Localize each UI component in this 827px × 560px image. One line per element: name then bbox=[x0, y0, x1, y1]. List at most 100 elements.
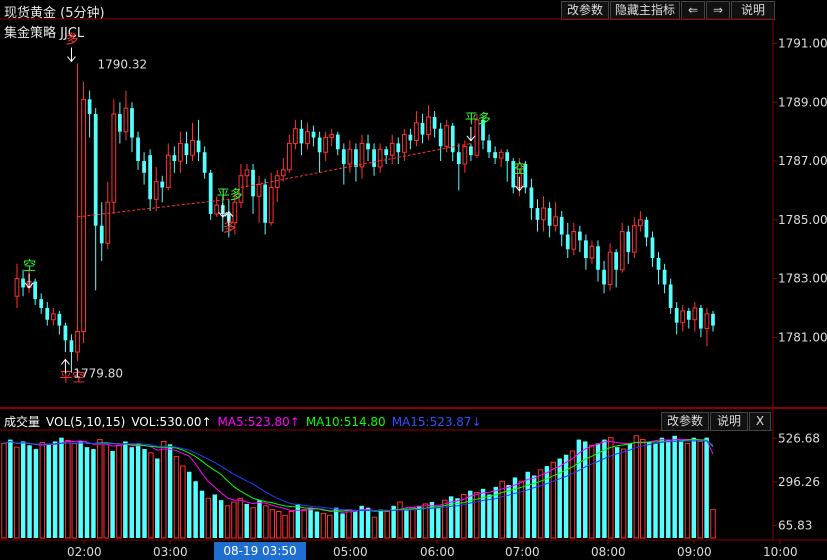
candle-body bbox=[396, 143, 401, 153]
volume-bar bbox=[404, 509, 409, 538]
candle-body bbox=[93, 114, 98, 226]
volume-bar bbox=[295, 503, 301, 538]
signal-label: 多 bbox=[223, 220, 236, 236]
volume-tick-label: 296.26 bbox=[778, 475, 820, 489]
candle-body bbox=[487, 140, 491, 153]
volume-bar bbox=[416, 505, 422, 538]
volume-bar bbox=[269, 509, 276, 539]
volume-bar bbox=[135, 443, 141, 538]
candle-body bbox=[456, 152, 461, 164]
candle-body bbox=[469, 146, 473, 156]
candle-body bbox=[631, 225, 637, 253]
candle-body bbox=[329, 134, 335, 139]
volume-bar bbox=[167, 444, 173, 538]
candle-body bbox=[178, 142, 183, 162]
time-tick-label: 08:00 bbox=[591, 545, 626, 559]
signal-arrow bbox=[24, 273, 34, 289]
volume-bar bbox=[14, 446, 20, 539]
volume-bar bbox=[123, 441, 128, 538]
volume-bar bbox=[557, 458, 562, 538]
volume-bar bbox=[116, 444, 122, 539]
ma10-value: MA10:514.80 bbox=[305, 415, 386, 429]
price-tick-label: 1783.00 bbox=[778, 272, 827, 286]
volume-help-button[interactable]: 说明 bbox=[710, 412, 748, 431]
candle-body bbox=[153, 181, 159, 200]
volume-close-icon[interactable]: X bbox=[749, 412, 771, 431]
candle-body bbox=[123, 107, 129, 133]
time-tick-label: 07:00 bbox=[505, 545, 540, 559]
candle-body bbox=[305, 131, 310, 144]
candle-body bbox=[656, 258, 661, 270]
volume-bar bbox=[33, 449, 39, 538]
candle-body bbox=[674, 307, 679, 323]
volume-bar bbox=[1, 442, 7, 539]
volume-bar bbox=[691, 437, 697, 538]
volume-bar bbox=[384, 511, 390, 539]
time-tick-label: 02:00 bbox=[67, 545, 102, 559]
volume-bar bbox=[353, 511, 358, 538]
volume-bar bbox=[640, 439, 646, 539]
volume-bar bbox=[563, 454, 569, 538]
candle-body bbox=[602, 269, 606, 285]
candle-body bbox=[244, 169, 250, 177]
candle-body bbox=[547, 208, 552, 226]
candle-body bbox=[165, 154, 171, 188]
candle-body bbox=[160, 181, 165, 188]
candle-body bbox=[311, 131, 316, 138]
volume-bar bbox=[257, 500, 262, 538]
volume-bar bbox=[537, 469, 544, 539]
signal-label: 空 bbox=[513, 162, 526, 177]
volume-bar bbox=[97, 439, 103, 539]
volume-bar bbox=[148, 452, 154, 539]
candle-body bbox=[208, 172, 213, 214]
volume-bar bbox=[218, 500, 224, 538]
volume-bar bbox=[84, 447, 90, 538]
candle-body bbox=[650, 237, 655, 259]
volume-bar bbox=[244, 503, 249, 538]
candle-body bbox=[401, 134, 407, 153]
volume-bar bbox=[91, 449, 96, 538]
volume-modify-params-button[interactable]: 改参数 bbox=[661, 412, 709, 431]
volume-bar bbox=[672, 435, 677, 538]
candle-body bbox=[14, 278, 20, 297]
volume-bar bbox=[231, 501, 237, 539]
volume-bar bbox=[263, 505, 269, 539]
volume-label: 成交量 bbox=[4, 415, 41, 429]
candle-body bbox=[541, 207, 546, 221]
candle-body bbox=[426, 116, 431, 136]
candle-body bbox=[529, 187, 534, 209]
candle-body bbox=[686, 310, 691, 320]
volume-bar bbox=[103, 442, 109, 539]
volume-bar bbox=[697, 440, 703, 539]
candle-body bbox=[711, 313, 715, 326]
candle-body bbox=[359, 142, 365, 168]
candle-body bbox=[251, 169, 255, 197]
volume-bar bbox=[65, 440, 71, 539]
trend-line bbox=[77, 198, 229, 218]
candle-body bbox=[50, 313, 56, 321]
candle-body bbox=[493, 152, 497, 159]
volume-tick-label: 526.68 bbox=[778, 431, 820, 445]
candle-body bbox=[148, 155, 153, 200]
volume-bar bbox=[71, 442, 77, 539]
candle-body bbox=[118, 114, 122, 132]
candle-body bbox=[347, 148, 353, 165]
candle-body bbox=[323, 137, 329, 153]
candle-body bbox=[274, 175, 280, 188]
price-chart[interactable]: 1791.00 1789.00 1787.00 1785.00 1783.00 1781.… bbox=[0, 0, 827, 560]
candle-body bbox=[420, 122, 425, 135]
volume-bar bbox=[46, 444, 51, 538]
candle-body bbox=[286, 142, 292, 171]
candle-body bbox=[256, 184, 262, 197]
volume-bar bbox=[155, 458, 160, 538]
volume-bar bbox=[397, 501, 403, 539]
volume-bar bbox=[212, 494, 218, 538]
volume-bar bbox=[678, 440, 684, 538]
candle-body bbox=[565, 234, 570, 250]
candle-body bbox=[450, 125, 455, 153]
candle-body bbox=[704, 313, 710, 330]
candle-body bbox=[87, 99, 92, 115]
volume-bar bbox=[224, 505, 231, 539]
volume-bar bbox=[710, 509, 716, 539]
volume-bar bbox=[633, 435, 640, 539]
